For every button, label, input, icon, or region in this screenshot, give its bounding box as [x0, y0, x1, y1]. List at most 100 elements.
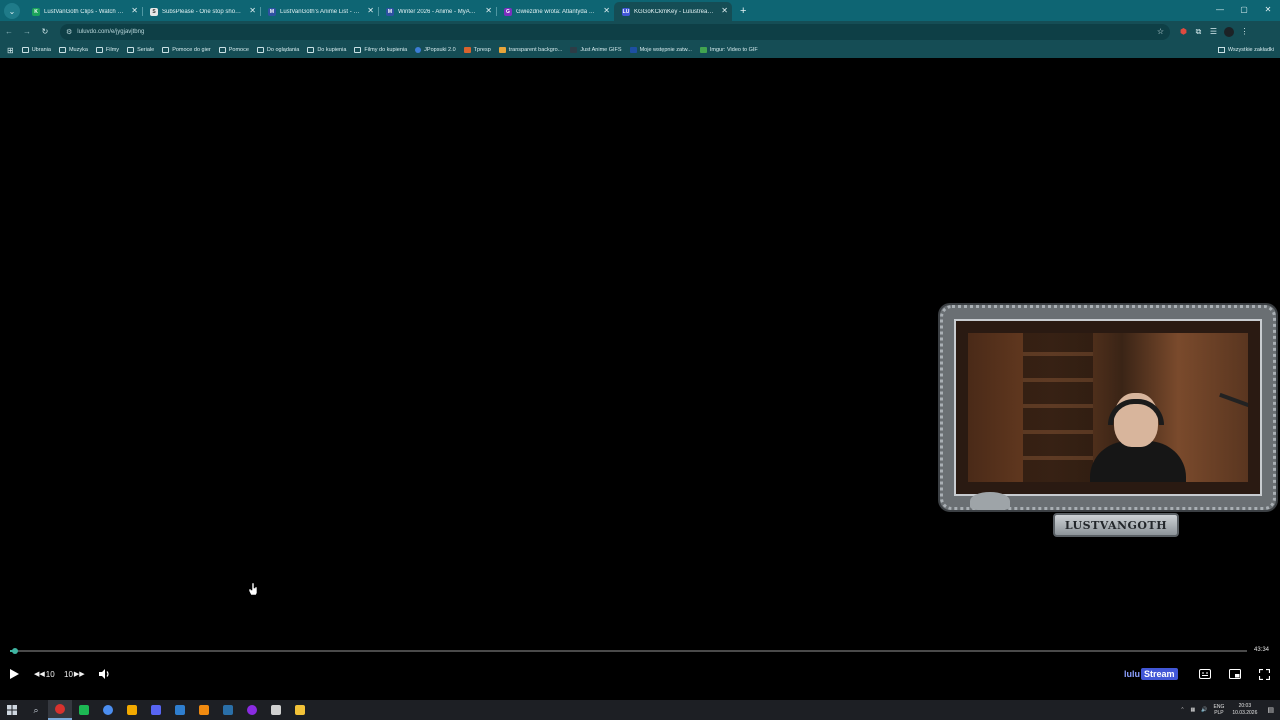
bookmark-folder[interactable]: Filmy — [95, 47, 120, 53]
browser-tab[interactable]: M LustVanGoth's Anime List - My ✕ — [260, 2, 378, 21]
bookmark-folder[interactable]: Do kupienia — [307, 47, 346, 53]
tray-network-icon[interactable]: ▦ — [1191, 707, 1196, 713]
vlc-taskbar-button[interactable] — [192, 700, 216, 720]
volume-button[interactable] — [98, 666, 111, 682]
browser-tab[interactable]: G Gwiezdne wrota: Atlantyda / St ✕ — [496, 2, 614, 21]
bookmark-folder[interactable]: Filmy do kupienia — [354, 47, 407, 53]
reload-icon[interactable]: ↻ — [36, 27, 54, 36]
tab-close-icon[interactable]: ✕ — [603, 6, 610, 15]
apps-grid-icon[interactable]: ⊞ — [7, 46, 14, 55]
bookmark-star-icon[interactable]: ☆ — [1157, 27, 1164, 36]
seek-bar[interactable] — [10, 648, 1247, 654]
search-icon[interactable]: ⌕ — [24, 700, 48, 720]
bookmark-label: Ubrania — [31, 47, 51, 53]
forward-10-button[interactable]: 10 ▶▶ — [64, 666, 85, 682]
browser-menu-icon[interactable]: ⋮ — [1237, 27, 1252, 37]
tab-search-icon[interactable]: ⌄ — [4, 3, 20, 19]
bookmark-folder[interactable]: Ubrania — [21, 47, 51, 53]
lulustream-logo[interactable]: lulu Stream — [1124, 667, 1178, 681]
app-b-taskbar-button[interactable] — [264, 700, 288, 720]
app-a-taskbar-button[interactable] — [120, 700, 144, 720]
folder-icon — [1217, 47, 1225, 53]
notepad-taskbar-button[interactable] — [168, 700, 192, 720]
bookmark-label: Filmy do kupienia — [364, 47, 408, 53]
duration-label: 43:34 — [1253, 647, 1269, 653]
file-explorer-taskbar-button[interactable] — [288, 700, 312, 720]
bookmark-link[interactable]: Moje wstępnie zatw... — [629, 47, 692, 53]
folder-icon — [58, 47, 66, 53]
tab-close-icon[interactable]: ✕ — [131, 6, 138, 15]
bookmark-link[interactable]: transparent backgro... — [498, 47, 562, 53]
file-explorer-icon — [295, 705, 305, 715]
profile-avatar[interactable] — [1224, 26, 1234, 37]
steam-taskbar-button[interactable] — [216, 700, 240, 720]
obs-taskbar-button[interactable] — [240, 700, 264, 720]
back-icon[interactable]: ← — [0, 27, 18, 36]
tray-volume-icon[interactable]: 🔊 — [1201, 707, 1207, 713]
tab-favicon-icon: S — [150, 7, 158, 16]
fullscreen-button[interactable] — [1259, 666, 1270, 682]
tab-title: Winter 2026 - Anime - MyAnim — [398, 8, 478, 15]
folder-icon — [95, 47, 103, 53]
maximize-icon[interactable]: ▢ — [1232, 0, 1256, 19]
forward-icon: ▶▶ — [73, 671, 85, 678]
streamer — [1090, 393, 1186, 482]
bookmark-folder[interactable]: Pomoce do gier — [162, 47, 211, 53]
extension-icon[interactable]: ⬢ — [1176, 27, 1191, 37]
notepad-icon — [175, 705, 185, 715]
extensions-puzzle-icon[interactable]: ⧉ — [1191, 27, 1206, 37]
minimize-icon[interactable]: — — [1208, 0, 1232, 19]
play-button[interactable] — [8, 666, 20, 682]
start-button[interactable] — [0, 700, 24, 720]
tab-close-icon[interactable]: ✕ — [367, 6, 374, 15]
obs-icon — [247, 705, 257, 715]
browser-tab[interactable]: S SubsPlease - One stop shop fo ✕ — [142, 2, 260, 21]
browser-tab[interactable]: LU KGGoKCkmKey - Lulustream.m ✕ — [614, 2, 732, 21]
bookmark-label: Do kupienia — [317, 47, 347, 53]
bookmark-label: Just Anime GIFS — [580, 47, 622, 53]
notifications-icon[interactable]: ▤ — [1267, 706, 1274, 714]
spotify-taskbar-button[interactable] — [72, 700, 96, 720]
bookmark-label: Filmy — [105, 47, 120, 53]
rewind-10-button[interactable]: ◀◀ 10 — [34, 666, 55, 682]
discord-taskbar-button[interactable] — [144, 700, 168, 720]
bookmark-label: Pomoce — [228, 47, 249, 53]
picture-in-picture-button[interactable] — [1229, 666, 1241, 682]
bookmark-link[interactable]: Just Anime GIFS — [570, 47, 622, 53]
browser-tab[interactable]: M Winter 2026 - Anime - MyAnim ✕ — [378, 2, 496, 21]
folder-icon — [307, 47, 315, 53]
bookmark-folder[interactable]: Seriale — [127, 47, 154, 53]
reading-list-icon[interactable]: ☰ — [1206, 27, 1221, 37]
bookmark-folder[interactable]: Muzyka — [58, 47, 88, 53]
tab-close-icon[interactable]: ✕ — [249, 6, 256, 15]
captions-button[interactable] — [1199, 666, 1211, 682]
tab-close-icon[interactable]: ✕ — [721, 6, 728, 15]
streamer-name-plaque: LUSTVANGOTH — [1053, 513, 1179, 537]
opera-gx-taskbar-button[interactable] — [48, 700, 72, 720]
steam-icon — [223, 705, 233, 715]
tray-chevron-icon[interactable]: ⌃ — [1180, 707, 1184, 713]
all-bookmarks-folder[interactable]: Wszystkie zakładki — [1217, 47, 1274, 53]
site-info-icon[interactable]: ⚙ — [66, 28, 72, 36]
bookmark-folder[interactable]: Do oglądania — [256, 47, 299, 53]
forward-icon[interactable]: → — [18, 27, 36, 36]
bookmark-folder[interactable]: Pomoce — [218, 47, 249, 53]
bookmark-link[interactable]: Tpresp — [463, 47, 491, 53]
bookmark-favicon-icon — [570, 47, 578, 53]
tab-close-icon[interactable]: ✕ — [485, 6, 492, 15]
bookmark-link[interactable]: Imgur: Video to GIF — [699, 47, 758, 53]
chrome-taskbar-button[interactable] — [96, 700, 120, 720]
language-indicator[interactable]: ENG PLP — [1214, 704, 1225, 716]
opera-gx-icon — [55, 704, 65, 714]
bookmark-link[interactable]: JPopsuki 2.0 — [415, 47, 456, 53]
tab-title: LustVanGoth's Anime List - My — [280, 8, 360, 15]
vlc-icon — [199, 705, 209, 715]
new-tab-button[interactable]: + — [740, 5, 746, 17]
window-controls: — ▢ ✕ — [1208, 0, 1280, 19]
close-window-icon[interactable]: ✕ — [1256, 0, 1280, 19]
url-field[interactable]: ⚙ luluvdo.com/e/jygjavjtbng ☆ — [60, 23, 1170, 40]
clock[interactable]: 20:03 10.03.2026 — [1232, 703, 1257, 717]
browser-tab[interactable]: K LustVanGoth Clips - Watch Liv ✕ — [24, 2, 142, 21]
seek-handle[interactable] — [11, 648, 18, 654]
os-taskbar: ⌕ ⌃ ▦ 🔊 ENG PLP 20:03 10.03.2026 ▤ — [0, 700, 1280, 720]
